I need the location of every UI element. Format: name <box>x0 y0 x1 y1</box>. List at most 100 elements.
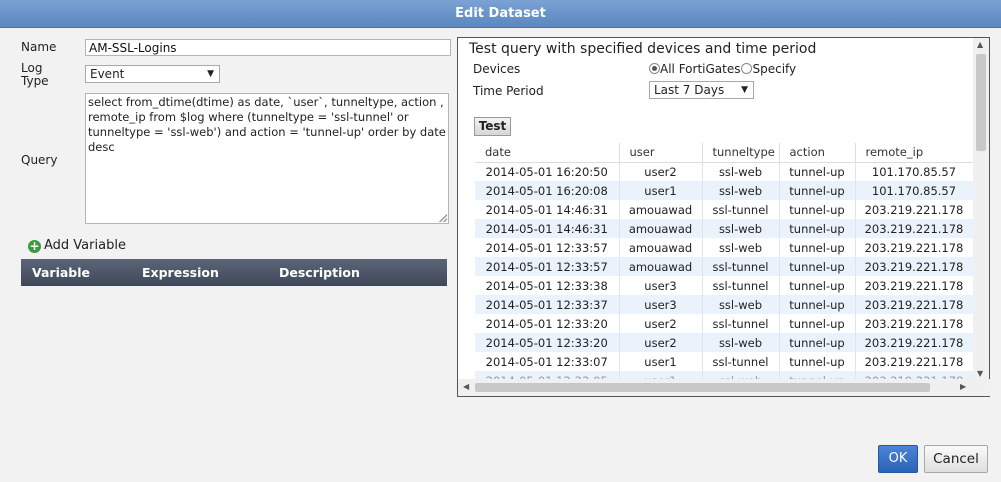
table-row[interactable]: 2014-05-01 12:33:07 user1 ssl-tunnel tunnel… <box>475 352 974 371</box>
table-row[interactable]: 2014-05-01 12:33:57 amouawad ssl-web tunnel… <box>475 238 974 257</box>
chevron-down-icon: ▼ <box>741 85 748 95</box>
table-cell: ssl-tunnel <box>702 314 780 333</box>
query-label: Query <box>21 153 58 167</box>
table-row[interactable]: 2014-05-01 14:46:31 amouawad ssl-web tunnel… <box>475 219 974 238</box>
column-header-date[interactable]: date <box>475 143 620 163</box>
chevron-down-icon: ▼ <box>207 69 214 79</box>
time-period-value: Last 7 Days <box>654 83 725 97</box>
results-grid: date user tunneltype action remote_ip 20… <box>475 143 975 381</box>
table-cell: 203.219.221.178 <box>855 219 974 238</box>
table-cell: 2014-05-01 12:33:07 <box>475 352 620 371</box>
name-input[interactable]: AM-SSL-Logins <box>85 39 451 56</box>
test-panel: Test query with specified devices and ti… <box>457 37 991 397</box>
table-row[interactable]: 2014-05-01 12:33:57 amouawad ssl-tunnel tun… <box>475 257 974 276</box>
query-textarea[interactable]: select from_dtime(dtime) as date, `user`… <box>85 93 449 224</box>
table-row[interactable]: 2014-05-01 12:33:37 user3 ssl-web tunnel-up… <box>475 295 974 314</box>
column-header-remote-ip[interactable]: remote_ip <box>855 143 974 163</box>
table-row[interactable]: 2014-05-01 12:33:38 user3 ssl-tunnel tunnel… <box>475 276 974 295</box>
table-cell: user3 <box>619 295 703 314</box>
table-cell: ssl-tunnel <box>702 352 780 371</box>
specify-label[interactable]: Specify <box>752 62 796 76</box>
table-cell: tunnel-up <box>779 295 856 314</box>
table-cell: 203.219.221.178 <box>855 238 974 257</box>
table-cell: tunnel-up <box>779 314 856 333</box>
horizontal-scrollbar[interactable]: ◀ ▶ <box>458 379 991 396</box>
table-cell: ssl-web <box>702 219 780 238</box>
devices-radio-group: All FortiGates Specify <box>649 62 796 76</box>
table-cell: amouawad <box>619 257 703 276</box>
all-fortigates-label[interactable]: All FortiGates <box>660 62 740 76</box>
table-cell: ssl-web <box>702 162 780 181</box>
test-panel-title: Test query with specified devices and ti… <box>469 41 817 57</box>
table-cell: ssl-tunnel <box>702 257 780 276</box>
table-cell: 203.219.221.178 <box>855 333 974 352</box>
vertical-scroll-thumb[interactable] <box>976 54 986 151</box>
table-cell: amouawad <box>619 219 703 238</box>
add-variable-label: Add Variable <box>44 238 126 253</box>
ok-button[interactable]: OK <box>878 445 918 473</box>
devices-label: Devices <box>473 62 521 76</box>
table-cell: 2014-05-01 12:33:57 <box>475 238 620 257</box>
table-cell: 2014-05-01 12:33:20 <box>475 333 620 352</box>
logtype-value: Event <box>90 67 125 81</box>
table-cell: 203.219.221.178 <box>855 257 974 276</box>
column-header-user[interactable]: user <box>619 143 703 163</box>
scroll-up-icon[interactable]: ▲ <box>977 40 983 49</box>
radio-specify[interactable] <box>741 63 753 74</box>
table-cell: ssl-tunnel <box>702 276 780 295</box>
table-cell: 203.219.221.178 <box>855 314 974 333</box>
table-cell: amouawad <box>619 238 703 257</box>
table-cell: tunnel-up <box>779 333 856 352</box>
table-cell: tunnel-up <box>779 276 856 295</box>
table-row[interactable]: 2014-05-01 12:33:20 user2 ssl-tunnel tunnel… <box>475 314 974 333</box>
expression-column: Expression <box>142 265 219 280</box>
logtype-label: Log Type <box>21 61 49 88</box>
plus-icon: + <box>28 239 41 253</box>
table-cell: ssl-tunnel <box>702 200 780 219</box>
column-header-action[interactable]: action <box>779 143 856 163</box>
table-cell: tunnel-up <box>779 352 856 371</box>
test-button[interactable]: Test <box>474 117 511 136</box>
table-cell: tunnel-up <box>779 200 856 219</box>
table-cell: 101.170.85.57 <box>855 162 974 181</box>
table-cell: 203.219.221.178 <box>855 352 974 371</box>
horizontal-scroll-thumb[interactable] <box>475 383 930 392</box>
table-cell: user2 <box>619 333 703 352</box>
table-cell: 2014-05-01 16:20:50 <box>475 162 620 181</box>
dialog-title: Edit Dataset <box>0 0 1001 28</box>
table-row[interactable]: 2014-05-01 12:33:20 user2 ssl-web tunnel-up… <box>475 333 974 352</box>
table-cell: ssl-web <box>702 238 780 257</box>
table-cell: amouawad <box>619 200 703 219</box>
table-cell: tunnel-up <box>779 238 856 257</box>
vertical-scrollbar[interactable]: ▲ ▼ <box>973 38 989 380</box>
table-cell: tunnel-up <box>779 162 856 181</box>
cancel-button[interactable]: Cancel <box>924 445 988 473</box>
scroll-down-icon[interactable]: ▼ <box>977 369 983 378</box>
table-cell: tunnel-up <box>779 219 856 238</box>
add-variable-button[interactable]: + Add Variable <box>28 238 126 253</box>
description-column: Description <box>279 265 360 280</box>
scroll-left-icon[interactable]: ◀ <box>463 382 469 391</box>
table-cell: 2014-05-01 12:33:57 <box>475 257 620 276</box>
query-text: select from_dtime(dtime) as date, `user`… <box>88 95 446 154</box>
table-cell: 203.219.221.178 <box>855 295 974 314</box>
column-header-tunneltype[interactable]: tunneltype <box>702 143 780 163</box>
radio-all-fortigates[interactable] <box>649 63 660 74</box>
grid-body: 2014-05-01 16:20:50 user2 ssl-web tunnel-up… <box>475 162 974 381</box>
table-row[interactable]: 2014-05-01 14:46:31 amouawad ssl-tunnel tun… <box>475 200 974 219</box>
variable-column: Variable <box>32 265 91 280</box>
resize-grip-icon[interactable] <box>439 214 447 222</box>
table-cell: 2014-05-01 14:46:31 <box>475 200 620 219</box>
table-row[interactable]: 2014-05-01 16:20:50 user2 ssl-web tunnel-up… <box>475 162 974 181</box>
table-cell: tunnel-up <box>779 257 856 276</box>
grid-header-row: date user tunneltype action remote_ip <box>475 143 974 163</box>
table-row[interactable]: 2014-05-01 16:20:08 user1 ssl-web tunnel-up… <box>475 181 974 200</box>
table-cell: user1 <box>619 352 703 371</box>
table-cell: 2014-05-01 14:46:31 <box>475 219 620 238</box>
table-cell: 2014-05-01 12:33:20 <box>475 314 620 333</box>
scroll-right-icon[interactable]: ▶ <box>960 382 966 391</box>
logtype-select[interactable]: Event ▼ <box>85 65 220 83</box>
table-cell: ssl-web <box>702 333 780 352</box>
time-period-select[interactable]: Last 7 Days ▼ <box>649 81 754 99</box>
name-label: Name <box>21 40 57 54</box>
